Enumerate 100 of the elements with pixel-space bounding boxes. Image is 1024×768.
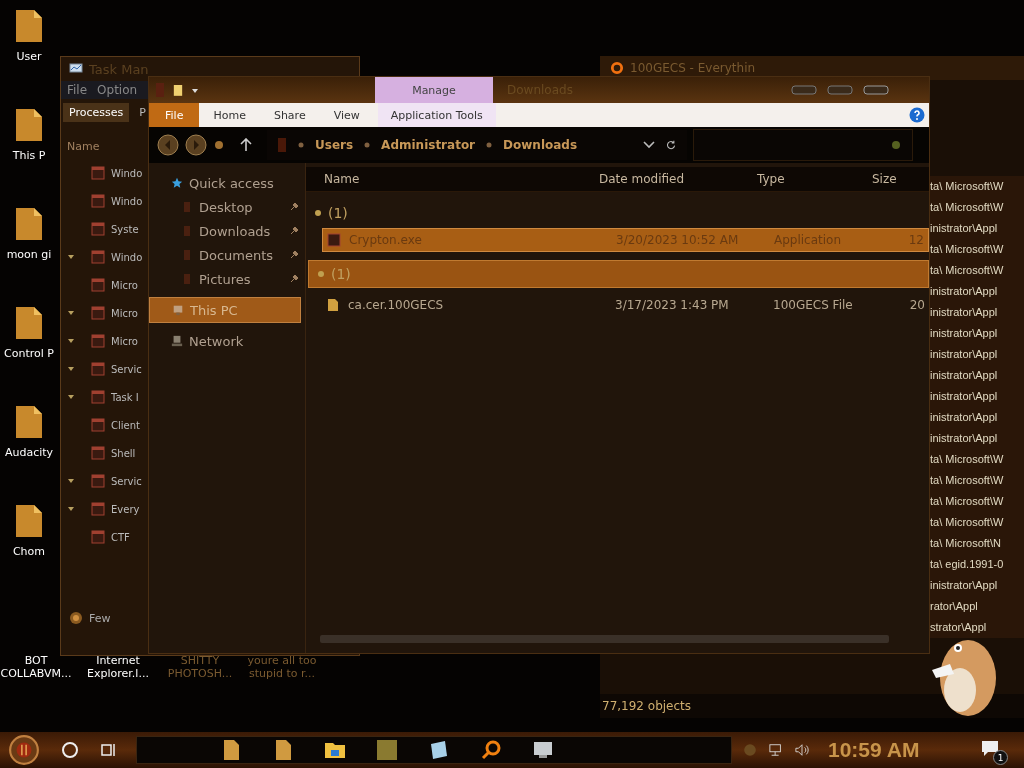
desktop-icon-label[interactable]: Control P <box>4 347 54 360</box>
chevron-icon[interactable] <box>643 140 655 150</box>
process-name[interactable]: Task I <box>111 391 139 403</box>
column-header[interactable]: Date modified <box>599 172 757 186</box>
nav-item[interactable]: Documents <box>149 243 305 267</box>
separator-icon[interactable] <box>485 141 494 149</box>
path-cell[interactable]: rator\Appl <box>930 596 1024 617</box>
notification-icon[interactable] <box>980 739 1000 757</box>
speaker-icon[interactable] <box>794 743 810 757</box>
ribbon-tab[interactable]: Share <box>259 103 320 127</box>
expand-arrow-icon[interactable] <box>67 365 75 373</box>
process-row[interactable]: Client <box>61 411 145 439</box>
process-name[interactable]: Every <box>111 503 140 515</box>
minimize-icon[interactable] <box>791 85 817 95</box>
pin-icon[interactable] <box>289 226 299 236</box>
process-name[interactable]: Windo <box>111 195 143 207</box>
fewer-details-link[interactable]: Few <box>89 611 111 625</box>
path-cell[interactable]: ta\ Microsoft\N <box>930 533 1024 554</box>
close-icon[interactable] <box>863 85 889 95</box>
process-name[interactable]: Micro <box>111 307 138 319</box>
desktop-icon-label[interactable]: User <box>16 50 42 63</box>
pin-icon[interactable] <box>289 202 299 212</box>
nav-item[interactable]: Downloads <box>149 219 305 243</box>
expand-arrow-icon[interactable] <box>67 505 75 513</box>
process-name[interactable]: Windo <box>111 167 143 179</box>
path-cell[interactable]: ta\ Microsoft\W <box>930 470 1024 491</box>
breadcrumb-item[interactable]: Downloads <box>503 138 578 152</box>
desktop-icon-label[interactable]: This P <box>12 149 46 162</box>
nav-item[interactable]: Pictures <box>149 267 305 291</box>
process-row[interactable]: Windo <box>61 159 145 187</box>
desktop-icon-label[interactable]: Audacity <box>4 446 54 459</box>
expand-arrow-icon[interactable] <box>67 477 75 485</box>
desktop-icon-label[interactable]: moon gi <box>6 248 52 261</box>
path-cell[interactable]: ta\ egid.1991-0 <box>930 554 1024 575</box>
process-name[interactable]: Client <box>111 419 140 431</box>
path-cell[interactable]: inistrator\Appl <box>930 302 1024 323</box>
desktop-icon-label[interactable]: Internet Explorer.l... <box>82 654 154 680</box>
forward-button[interactable] <box>185 134 207 156</box>
maximize-icon[interactable] <box>827 85 853 95</box>
path-cell[interactable]: ta\ Microsoft\W <box>930 491 1024 512</box>
path-cell[interactable]: ta\ Microsoft\W <box>930 239 1024 260</box>
process-name[interactable]: Syste <box>111 223 139 235</box>
separator-icon[interactable] <box>363 141 372 149</box>
path-cell[interactable]: inistrator\Appl <box>930 344 1024 365</box>
up-arrow-icon[interactable] <box>239 138 253 152</box>
path-cell[interactable]: inistrator\Appl <box>930 323 1024 344</box>
folder-icon[interactable] <box>173 82 183 98</box>
ribbon-tab[interactable]: Home <box>199 103 260 127</box>
start-button[interactable] <box>8 734 40 766</box>
column-header[interactable]: Name <box>67 140 97 153</box>
column-header[interactable]: Type <box>757 172 872 186</box>
scrollbar[interactable] <box>320 635 889 643</box>
nav-item[interactable]: Quick access <box>149 171 305 195</box>
process-row[interactable]: Micro <box>61 271 145 299</box>
path-cell[interactable]: ta\ Microsoft\W <box>930 260 1024 281</box>
column-header[interactable]: Size <box>872 172 929 186</box>
nav-item[interactable]: Network <box>149 329 305 353</box>
expand-arrow-icon[interactable] <box>67 337 75 345</box>
refresh-icon[interactable] <box>665 140 677 150</box>
menu-item[interactable]: File <box>67 83 88 97</box>
expand-arrow-icon[interactable] <box>67 393 75 401</box>
path-cell[interactable]: inistrator\Appl <box>930 281 1024 302</box>
desktop-icon-label[interactable]: Chom <box>12 545 46 558</box>
process-name[interactable]: Micro <box>111 279 138 291</box>
help-icon[interactable] <box>909 107 925 123</box>
process-row[interactable]: CTF <box>61 523 145 551</box>
pin-icon[interactable] <box>289 250 299 260</box>
nav-item[interactable]: Desktop <box>149 195 305 219</box>
process-name[interactable]: Servic <box>111 363 142 375</box>
path-cell[interactable]: ta\ Microsoft\W <box>930 197 1024 218</box>
process-row[interactable]: Syste <box>61 215 145 243</box>
desktop-icon-label[interactable]: BOT COLLABVM... <box>0 654 72 680</box>
path-cell[interactable]: ta\ Microsoft\W <box>930 512 1024 533</box>
file-row[interactable]: ca.cer.100GECS 3/17/2023 1:43 PM 100GECS File 20 <box>322 294 929 316</box>
breadcrumb-item[interactable]: Users <box>315 138 354 152</box>
expand-arrow-icon[interactable] <box>67 309 75 317</box>
process-name[interactable]: Micro <box>111 335 138 347</box>
process-name[interactable]: Windo <box>111 251 143 263</box>
photo-placeholder[interactable] <box>375 738 399 762</box>
separator-icon[interactable] <box>297 141 305 149</box>
process-row[interactable]: Shell <box>61 439 145 467</box>
path-cell[interactable]: inistrator\Appl <box>930 407 1024 428</box>
tab[interactable]: P <box>133 103 152 122</box>
back-button[interactable] <box>157 134 179 156</box>
search-field[interactable] <box>693 129 913 161</box>
process-name[interactable]: CTF <box>111 531 130 543</box>
path-cell[interactable]: inistrator\Appl <box>930 365 1024 386</box>
path-cell[interactable]: inistrator\Appl <box>930 428 1024 449</box>
process-name[interactable]: Servic <box>111 475 142 487</box>
process-row[interactable]: Windo <box>61 187 145 215</box>
group-header[interactable]: (1) <box>306 200 929 226</box>
process-name[interactable]: Shell <box>111 447 136 459</box>
path-cell[interactable]: strator\Appl <box>930 617 1024 638</box>
tab[interactable]: Processes <box>63 103 130 122</box>
path-cell[interactable]: ta\ Microsoft\W <box>930 176 1024 197</box>
file-tab[interactable]: File <box>149 103 200 127</box>
expand-arrow-icon[interactable] <box>67 253 75 261</box>
caret-icon[interactable] <box>191 86 199 94</box>
pin-icon[interactable] <box>289 274 299 284</box>
breadcrumb-item[interactable]: Administrator <box>381 138 476 152</box>
